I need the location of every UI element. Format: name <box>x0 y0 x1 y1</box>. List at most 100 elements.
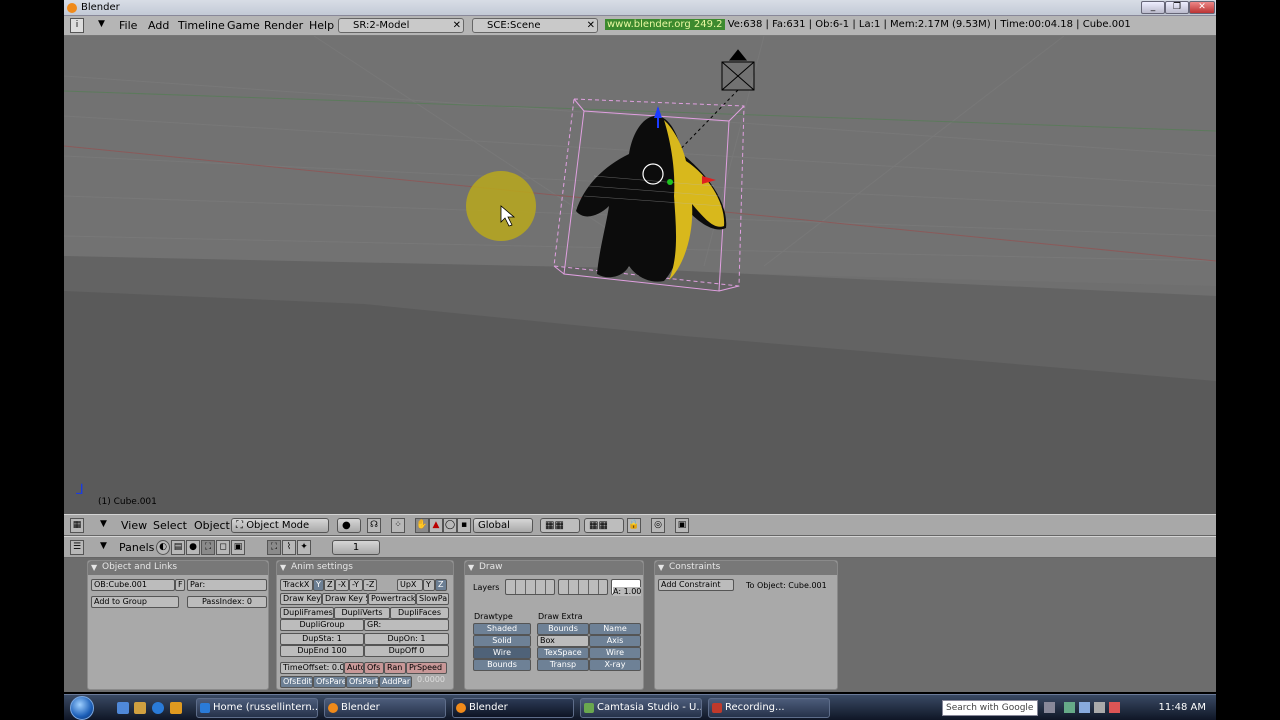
editor-type-icon-2[interactable]: ☰ <box>70 540 84 555</box>
dupsta-field[interactable]: DupSta: 1 <box>280 633 364 645</box>
orientation-selector[interactable]: Global <box>473 518 533 533</box>
layer-grid-a[interactable] <box>505 579 555 595</box>
layer-buttons-a[interactable]: ▦▦ <box>540 518 580 533</box>
slowpar-button[interactable]: SlowPa <box>416 593 449 605</box>
frame-number-field[interactable]: 1 <box>332 540 380 555</box>
show-desktop-icon[interactable] <box>117 702 129 714</box>
scene-context-icon[interactable]: ▣ <box>231 540 245 555</box>
prspeed-button[interactable]: PrSpeed <box>406 662 447 674</box>
drawtype-wire[interactable]: Wire <box>473 647 531 659</box>
menu-game[interactable]: Game <box>227 19 260 32</box>
blender-url[interactable]: www.blender.org 249.2 <box>605 19 725 30</box>
3d-viewport[interactable]: ⅃ (1) Cube.001 <box>64 36 1216 514</box>
menu-view[interactable]: View <box>121 519 147 532</box>
panel-title[interactable]: Object and Links <box>88 561 268 575</box>
extra-axis[interactable]: Axis <box>589 635 641 647</box>
dupoff-field[interactable]: DupOff 0 <box>364 645 449 657</box>
dupli-group-field[interactable]: GR: <box>364 619 449 631</box>
menu-select[interactable]: Select <box>153 519 187 532</box>
search-go-icon[interactable] <box>1044 702 1055 713</box>
extra-name[interactable]: Name <box>589 623 641 635</box>
draw-key-button[interactable]: Draw Key <box>280 593 322 605</box>
start-button[interactable] <box>66 695 104 720</box>
ofsedit-button[interactable]: OfsEdit <box>280 676 313 688</box>
add-to-group-button[interactable]: Add to Group <box>91 596 179 608</box>
shading-context-icon[interactable]: ● <box>186 540 200 555</box>
render-preview-icon[interactable]: ◎ <box>651 518 665 533</box>
addpar-button[interactable]: AddPar <box>379 676 412 688</box>
alpha-field[interactable]: A: 1.00 <box>613 587 642 596</box>
menu-file[interactable]: File <box>119 19 137 32</box>
pass-index-field[interactable]: PassIndex: 0 <box>187 596 267 608</box>
extra-box-select[interactable]: Box <box>537 635 589 647</box>
menu-timeline[interactable]: Timeline <box>178 19 225 32</box>
ofs-button[interactable]: Ofs <box>364 662 384 674</box>
dupend-field[interactable]: DupEnd 100 <box>280 645 364 657</box>
mode-selector[interactable]: ⛶ Object Mode <box>231 518 329 533</box>
extra-bounds[interactable]: Bounds <box>537 623 589 635</box>
screen-selector[interactable]: SR:2-Model ✕ <box>338 18 464 33</box>
dupon-field[interactable]: DupOn: 1 <box>364 633 449 645</box>
add-constraint-button[interactable]: Add Constraint <box>658 579 734 591</box>
info-icon[interactable]: i <box>70 18 84 33</box>
object-context-icon[interactable]: ⛶ <box>201 540 215 555</box>
task-home[interactable]: Home (russellintern... <box>196 698 318 718</box>
physics-subtab-icon[interactable]: ⌇ <box>282 540 296 555</box>
dupliverts-button[interactable]: DupliVerts <box>334 607 390 619</box>
drawtype-shaded[interactable]: Shaded <box>473 623 531 635</box>
object-name-field[interactable]: OB:Cube.001 <box>91 579 175 591</box>
dupligroup-button[interactable]: DupliGroup <box>280 619 364 631</box>
header-collapse-icon-2[interactable]: ▼ <box>100 541 107 551</box>
track-z-button[interactable]: Z <box>324 579 335 591</box>
script-context-icon[interactable]: ▤ <box>171 540 185 555</box>
object-subtab-icon[interactable]: ⛶ <box>267 540 281 555</box>
maximize-button[interactable]: ❐ <box>1165 1 1189 14</box>
extra-xray[interactable]: X-ray <box>589 659 641 671</box>
fake-user-button[interactable]: F <box>175 579 185 591</box>
track-negy-button[interactable]: -Y <box>349 579 363 591</box>
parent-field[interactable]: Par: <box>187 579 267 591</box>
translate-icon[interactable]: ▲ <box>429 518 443 533</box>
tray-recorder-icon[interactable] <box>1109 702 1120 713</box>
logic-context-icon[interactable]: ◐ <box>156 540 170 555</box>
track-negz-button[interactable]: -Z <box>363 579 377 591</box>
up-z-button[interactable]: Z <box>435 579 447 591</box>
shading-selector[interactable]: ● <box>337 518 361 533</box>
auto-button[interactable]: Auto <box>344 662 364 674</box>
ofspare-button[interactable]: OfsPare <box>313 676 346 688</box>
extra-texspace[interactable]: TexSpace <box>537 647 589 659</box>
track-x-button[interactable]: TrackX <box>280 579 313 591</box>
editor-type-icon[interactable]: ▦ <box>70 518 84 533</box>
extra-wire[interactable]: Wire <box>589 647 641 659</box>
tray-volume-icon[interactable] <box>1079 702 1090 713</box>
dupliframes-button[interactable]: DupliFrames <box>280 607 334 619</box>
ie-icon[interactable] <box>152 702 164 714</box>
task-blender-2[interactable]: Blender <box>452 698 574 718</box>
quicklaunch-app-icon[interactable] <box>170 702 182 714</box>
draw-key-sel-button[interactable]: Draw Key S <box>322 593 368 605</box>
drawtype-bounds[interactable]: Bounds <box>473 659 531 671</box>
up-y-button[interactable]: Y <box>423 579 435 591</box>
minimize-button[interactable]: _ <box>1141 1 1165 14</box>
delete-screen-icon[interactable]: ✕ <box>453 19 461 32</box>
menu-collapse-icon[interactable]: ▼ <box>98 19 105 29</box>
menu-render[interactable]: Render <box>264 19 303 32</box>
render-icon[interactable]: ▣ <box>675 518 689 533</box>
up-x-button[interactable]: UpX <box>397 579 423 591</box>
task-camtasia[interactable]: Camtasia Studio - U... <box>580 698 702 718</box>
powertrack-button[interactable]: Powertrack <box>368 593 416 605</box>
layer-grid-b[interactable] <box>558 579 608 595</box>
hand-icon[interactable]: ✋ <box>415 518 429 533</box>
delete-scene-icon[interactable]: ✕ <box>587 19 595 32</box>
ran-button[interactable]: Ran <box>384 662 406 674</box>
pivot-icon[interactable]: ☊ <box>367 518 381 533</box>
tray-network-icon[interactable] <box>1064 702 1075 713</box>
rotate-icon[interactable]: ◯ <box>443 518 457 533</box>
track-negx-button[interactable]: -X <box>335 579 349 591</box>
tray-app-icon[interactable] <box>1094 702 1105 713</box>
track-y-button[interactable]: Y <box>313 579 324 591</box>
panel-title[interactable]: Draw <box>465 561 643 575</box>
menu-panels[interactable]: Panels <box>119 541 154 554</box>
ofspart-button[interactable]: OfsPart <box>346 676 379 688</box>
layer-buttons-b[interactable]: ▦▦ <box>584 518 624 533</box>
